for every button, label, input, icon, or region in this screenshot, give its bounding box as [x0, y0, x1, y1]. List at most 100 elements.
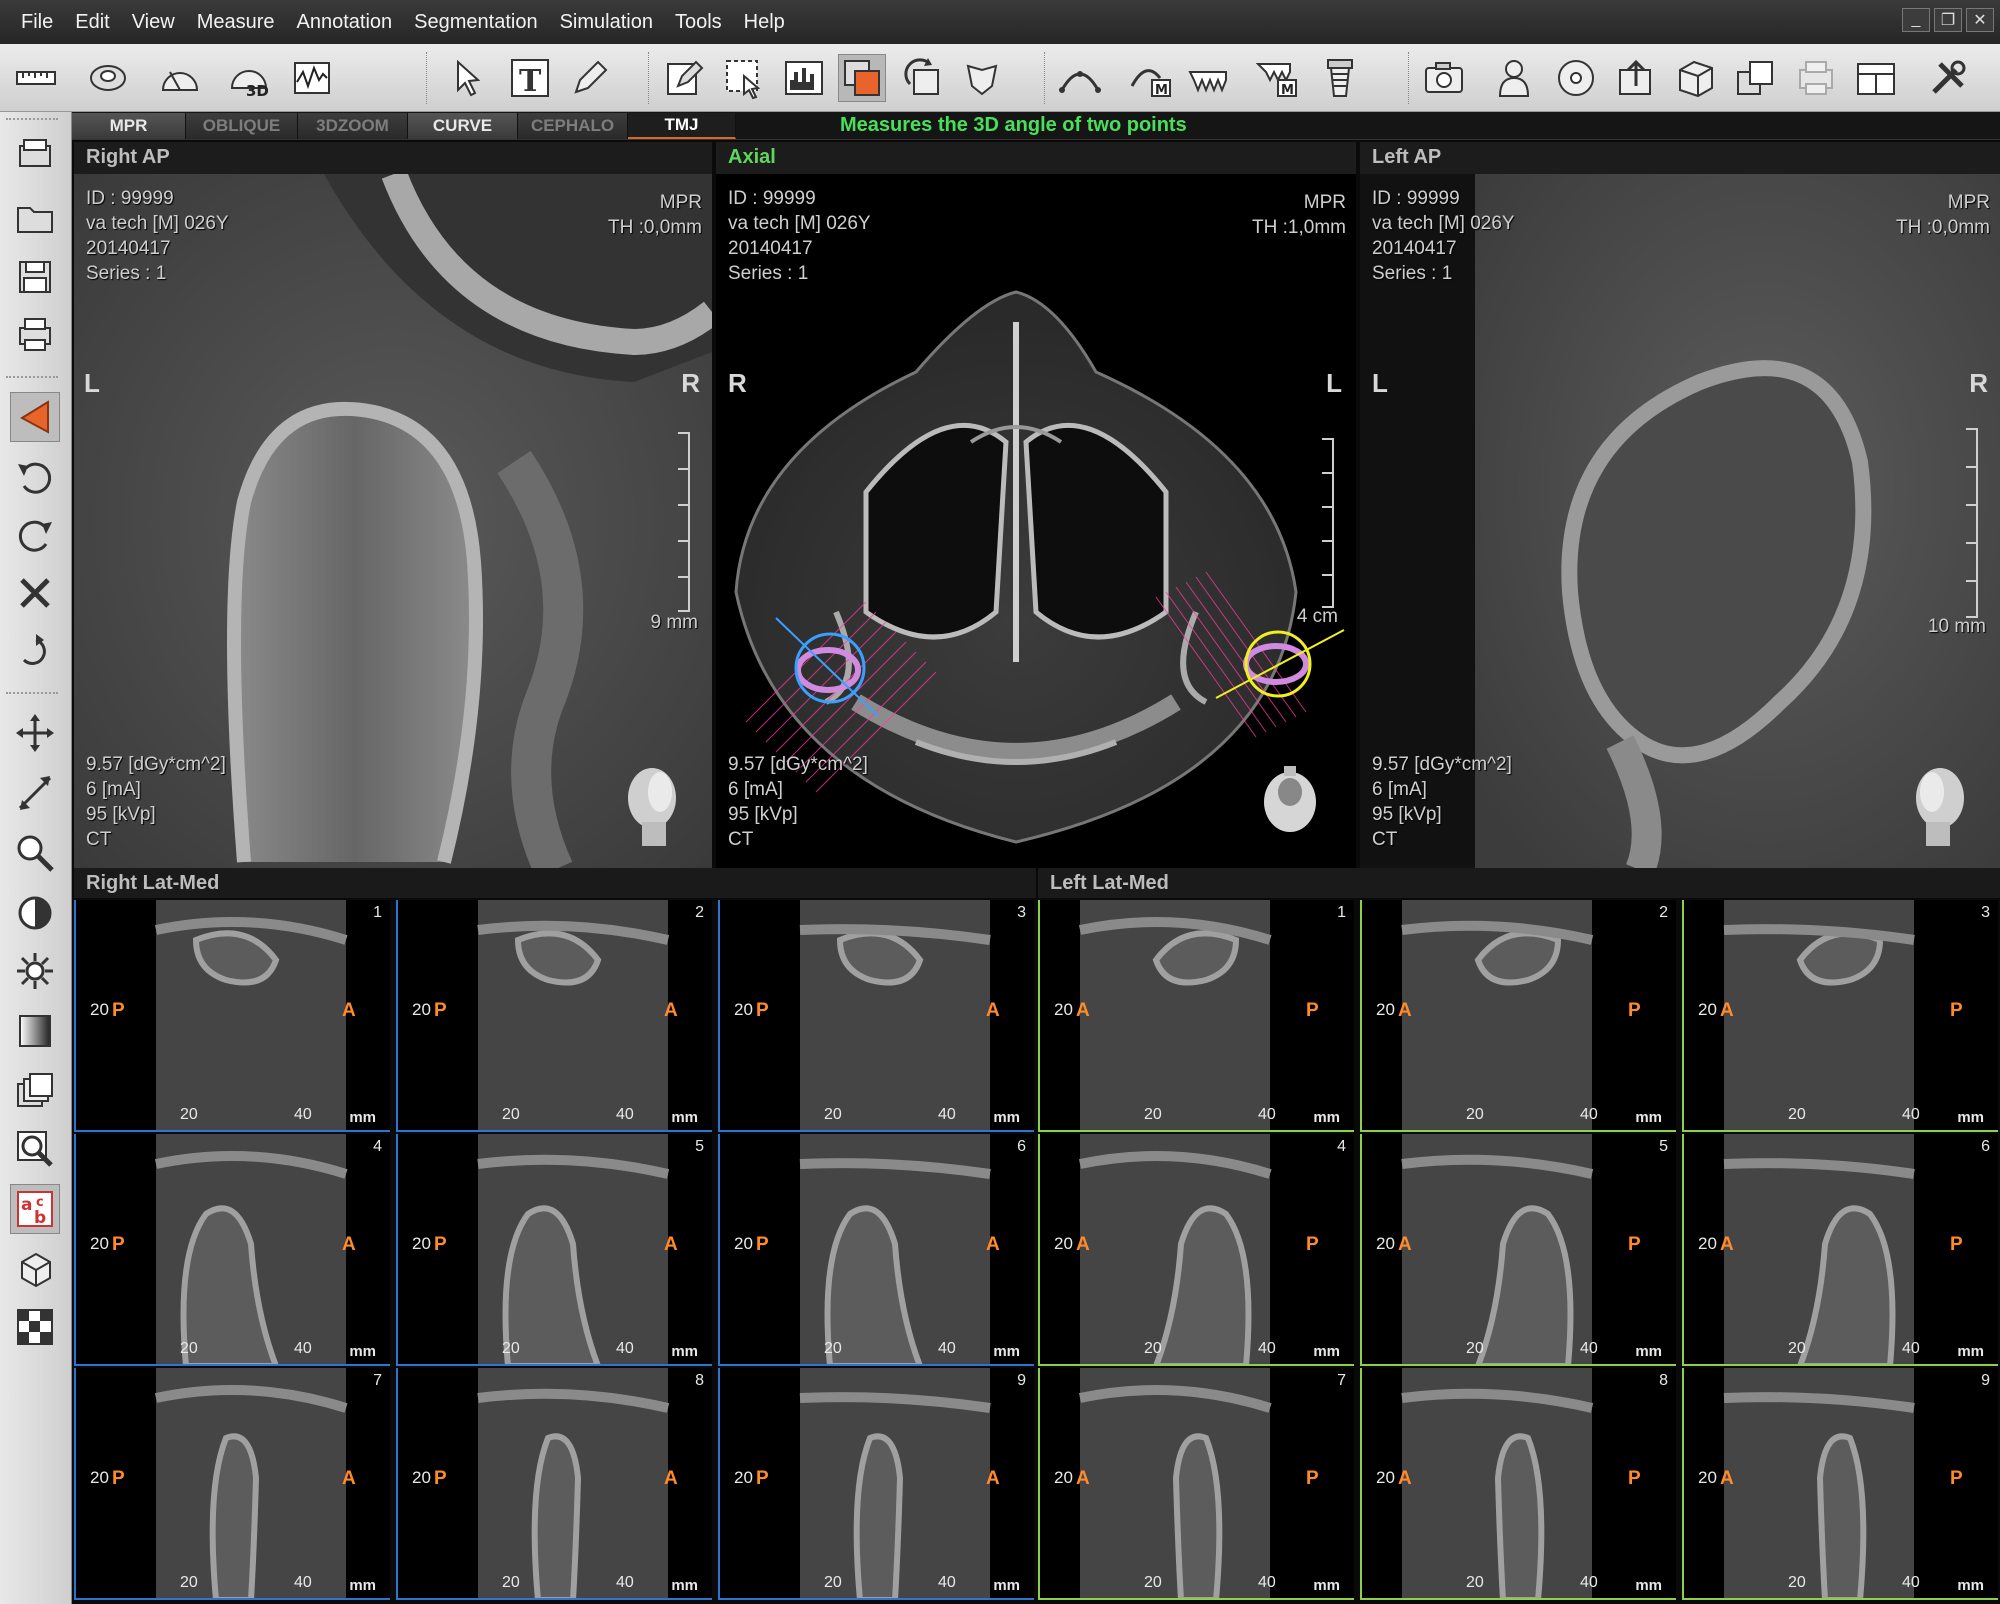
latmed-slice-viewport[interactable]: 6 20 A P 20 40 mm [1682, 1134, 1998, 1366]
latmed-slice-viewport[interactable]: 7 20 A P 20 40 mm [1038, 1368, 1354, 1600]
menu-file[interactable]: File [10, 11, 64, 34]
orientation-right: A [986, 1000, 1000, 1021]
slice-number: 7 [373, 1372, 382, 1389]
undo-icon[interactable] [10, 452, 60, 502]
menu-segmentation[interactable]: Segmentation [403, 11, 548, 34]
teeth-measure-icon[interactable]: M [1254, 54, 1302, 102]
label-icon[interactable]: abc [10, 1184, 60, 1234]
menu-tools[interactable]: Tools [664, 11, 733, 34]
menu-edit[interactable]: Edit [64, 11, 120, 34]
measure-angle-icon[interactable] [10, 392, 60, 442]
arch-measure-icon[interactable]: M [1126, 54, 1174, 102]
printer-icon[interactable] [10, 310, 60, 360]
open-folder-icon[interactable] [10, 192, 60, 242]
print-report-icon[interactable] [10, 132, 60, 182]
implant-icon[interactable] [1316, 54, 1364, 102]
left-toolbar: abc [0, 112, 72, 1604]
latmed-slice-viewport[interactable]: 3 20 A P 20 40 mm [1682, 900, 1998, 1132]
menu-simulation[interactable]: Simulation [549, 11, 664, 34]
tab-mpr[interactable]: MPR [72, 113, 186, 139]
viewport-left-ap[interactable]: Left AP ID : 99999 va tech [M] 026Y 2014… [1360, 142, 2000, 870]
profile-icon[interactable] [288, 54, 336, 102]
depth-label: 20 [1376, 1000, 1395, 1019]
camera-icon[interactable] [1420, 54, 1468, 102]
contrast-icon[interactable] [10, 888, 60, 938]
latmed-slice-viewport[interactable]: 8 20 A P 20 40 mm [1360, 1368, 1676, 1600]
edit-note-icon[interactable] [660, 54, 708, 102]
implant-tool-icon[interactable] [960, 54, 1008, 102]
zoom-icon[interactable] [10, 828, 60, 878]
settings-tools-icon[interactable] [1924, 54, 1972, 102]
tab-oblique[interactable]: OBLIQUE [186, 113, 298, 139]
ruler-tick-label: 40 [616, 1340, 634, 1357]
brightness-icon[interactable] [10, 946, 60, 996]
viewport-right-ap[interactable]: Right AP ID : 99999 va tech [M] 026Y 201… [74, 142, 712, 870]
rotate-icon[interactable] [10, 626, 60, 676]
layout-icon[interactable] [1852, 54, 1900, 102]
latmed-slice-viewport[interactable]: 1 20 P A 20 40 mm [74, 900, 390, 1132]
ruler-unit: mm [349, 1109, 376, 1126]
select-region-icon[interactable] [720, 54, 768, 102]
latmed-slice-viewport[interactable]: 4 20 P A 20 40 mm [74, 1134, 390, 1366]
latmed-slice-viewport[interactable]: 7 20 P A 20 40 mm [74, 1368, 390, 1600]
latmed-slice-viewport[interactable]: 5 20 P A 20 40 mm [396, 1134, 712, 1366]
checker-icon[interactable] [10, 1302, 60, 1352]
save-icon[interactable] [10, 252, 60, 302]
latmed-slice-viewport[interactable]: 2 20 P A 20 40 mm [396, 900, 712, 1132]
latmed-slice-viewport[interactable]: 4 20 A P 20 40 mm [1038, 1134, 1354, 1366]
histogram-icon[interactable] [780, 54, 828, 102]
latmed-slice-viewport[interactable]: 6 20 P A 20 40 mm [718, 1134, 1034, 1366]
ruler-tick-label: 40 [294, 1106, 312, 1123]
tape-measure-icon[interactable] [84, 54, 132, 102]
menu-help[interactable]: Help [733, 11, 796, 34]
pointer-icon[interactable] [444, 54, 492, 102]
teeth-icon[interactable] [1184, 54, 1232, 102]
disc-icon[interactable] [1552, 54, 1600, 102]
close-button[interactable]: ✕ [1966, 8, 1994, 32]
stretch-icon[interactable] [10, 768, 60, 818]
orientation-right: R [1969, 368, 1988, 398]
tab-curve[interactable]: CURVE [408, 113, 518, 139]
latmed-slice-viewport[interactable]: 5 20 A P 20 40 mm [1360, 1134, 1676, 1366]
menu-measure[interactable]: Measure [186, 11, 286, 34]
tab-3dzoom[interactable]: 3DZOOM [298, 113, 408, 139]
pan-icon[interactable] [10, 708, 60, 758]
cube-icon[interactable] [10, 1244, 60, 1294]
text-icon[interactable]: T [506, 54, 554, 102]
menu-view[interactable]: View [121, 11, 186, 34]
redo-icon[interactable] [10, 510, 60, 560]
3d-angle-icon[interactable]: 3D [226, 54, 274, 102]
rotate-tool-icon[interactable] [898, 54, 946, 102]
export-icon[interactable] [1612, 54, 1660, 102]
latmed-slice-viewport[interactable]: 9 20 P A 20 40 mm [718, 1368, 1034, 1600]
viewport-title: Axial [716, 142, 1356, 174]
magnify-icon[interactable] [10, 1124, 60, 1174]
depth-label: 20 [90, 1468, 109, 1487]
restore-button[interactable]: ❐ [1934, 8, 1962, 32]
save-3d-icon[interactable] [1672, 54, 1720, 102]
latmed-slice-viewport[interactable]: 3 20 P A 20 40 mm [718, 900, 1034, 1132]
tab-cephalo[interactable]: CEPHALO [518, 113, 628, 139]
layers-icon[interactable] [1732, 54, 1780, 102]
ruler-tick-label: 20 [1466, 1106, 1484, 1123]
viewport-axial[interactable]: Axial ID : 99999 va tech [M] 026Y 201404… [716, 142, 1356, 870]
user-icon[interactable] [1490, 54, 1538, 102]
angle-icon[interactable] [156, 54, 204, 102]
minimize-button[interactable]: _ [1902, 8, 1930, 32]
pencil-icon[interactable] [566, 54, 614, 102]
latmed-slice-viewport[interactable]: 9 20 A P 20 40 mm [1682, 1368, 1998, 1600]
overlay-icon[interactable] [838, 54, 886, 102]
latmed-slice-viewport[interactable]: 1 20 A P 20 40 mm [1038, 900, 1354, 1132]
delete-icon[interactable] [10, 568, 60, 618]
ruler-unit: mm [993, 1343, 1020, 1360]
stack-icon[interactable] [10, 1066, 60, 1116]
latmed-slice-viewport[interactable]: 2 20 A P 20 40 mm [1360, 900, 1676, 1132]
latmed-slice-viewport[interactable]: 8 20 P A 20 40 mm [396, 1368, 712, 1600]
depth-label: 20 [734, 1000, 753, 1019]
gradient-icon[interactable] [10, 1006, 60, 1056]
tab-tmj[interactable]: TMJ [628, 113, 736, 139]
orientation-right: P [1950, 1000, 1963, 1021]
ruler-icon[interactable] [12, 54, 60, 102]
arch-icon[interactable] [1056, 54, 1104, 102]
menu-annotation[interactable]: Annotation [286, 11, 404, 34]
